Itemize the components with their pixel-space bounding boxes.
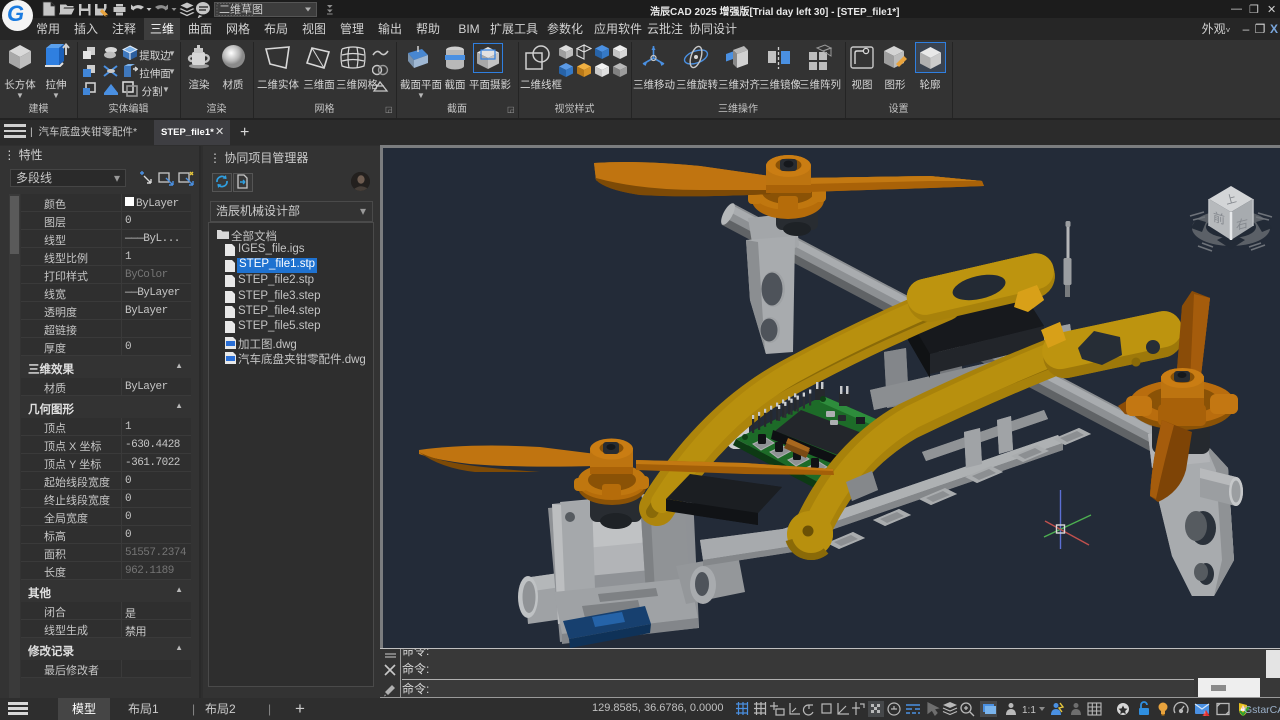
svg-text:二维草图: 二维草图: [219, 3, 263, 16]
svg-text:右: 右: [1236, 215, 1248, 233]
svg-text:!: !: [1204, 712, 1205, 718]
svg-text:1:1: 1:1: [1022, 705, 1036, 716]
